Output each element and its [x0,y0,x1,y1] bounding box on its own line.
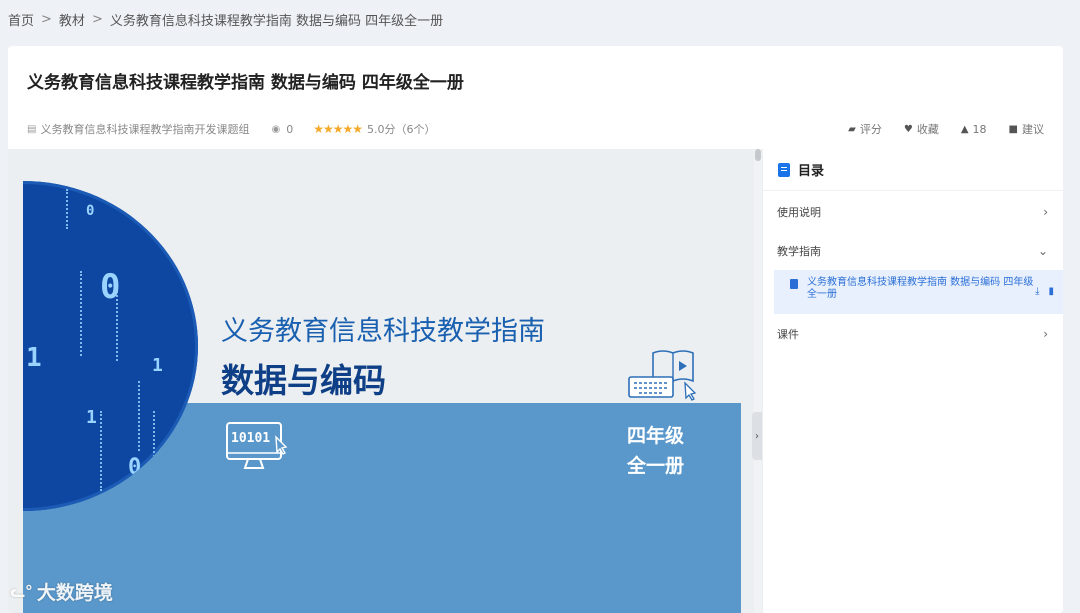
subitem-actions: ⤓ ▮ [1035,286,1054,298]
download-icon[interactable]: ⤓ [1035,286,1039,298]
view-count: 0 [286,122,294,136]
like-button[interactable]: ▲ 18 [961,121,987,137]
dotted-line [138,381,140,451]
book-cover: 0 1 0 1 1 1 0 义务教育信息科技教学指南 数据与编码 10101 四… [23,149,741,613]
dotted-line [100,411,102,491]
breadcrumb-current: 义务教育信息科技课程教学指南 数据与编码 四年级全一册 [109,14,444,29]
viewer-scrollbar[interactable] [754,149,762,613]
file-icon [790,279,798,289]
dotted-line [80,271,82,356]
favorite-label: 收藏 [916,123,939,136]
toc-title: 目录 [798,164,825,179]
binary-digit: 1 [26,343,42,373]
dotted-line [153,411,155,461]
suggest-label: 建议 [1022,123,1044,136]
eye-icon: ◉ [271,123,281,135]
binary-digit: 0 [100,267,121,307]
binary-digit: 1 [166,231,177,252]
monitor-binary-text: 10101 [231,431,271,446]
breadcrumb: 首页 > 教材 > 义务教育信息科技课程教学指南 数据与编码 四年级全一册 [8,10,443,29]
chevron-right-icon: › [1043,326,1048,341]
toc-item-label: 教学指南 [777,244,821,258]
page-title: 义务教育信息科技课程教学指南 数据与编码 四年级全一册 [27,73,464,93]
comment-icon: ▰ [848,123,856,135]
cover-title: 义务教育信息科技教学指南 [221,316,545,347]
dotted-line [66,189,68,229]
toc-item-teaching-guide[interactable]: 教学指南 ⌄ [763,231,1063,270]
rate-label: 评分 [859,123,882,136]
stats-icon[interactable]: ▮ [1048,286,1054,298]
like-count: 18 [972,122,987,136]
watermark: ᓚ° 大数跨境 [10,578,113,605]
action-bar: ▰ 评分 ♥ 收藏 ▲ 18 ■ 建议 [848,121,1044,137]
feedback-icon: ■ [1008,123,1018,135]
binary-digit: 1 [86,407,97,428]
document-viewer[interactable]: 0 1 0 1 1 1 0 义务教育信息科技教学指南 数据与编码 10101 四… [8,149,754,613]
toc-subitem-selected[interactable]: 义务教育信息科技课程教学指南 数据与编码 四年级全一册 ⤓ ▮ [774,270,1063,314]
grade-line-2: 全一册 [627,455,685,477]
catalog-icon [778,162,790,177]
breadcrumb-separator: > [41,12,52,27]
toc-item-label: 课件 [777,327,799,341]
scrollbar-thumb[interactable] [755,149,761,161]
breadcrumb-home[interactable]: 首页 [8,10,34,29]
computer-monitor-icon: 10101 [226,421,288,469]
grade-label: 四年级 全一册 [627,421,684,481]
toc-item-usage[interactable]: 使用说明 › [763,192,1063,231]
author-label: 义务教育信息科技课程教学指南开发课题组 [40,123,250,136]
favorite-button[interactable]: ♥ 收藏 [904,121,939,137]
thumb-up-icon: ▲ [960,123,969,135]
resource-card: 义务教育信息科技课程教学指南 数据与编码 四年级全一册 ▤ 义务教育信息科技课程… [8,46,1063,613]
heart-icon: ♥ [903,123,913,135]
rate-button[interactable]: ▰ 评分 [848,121,882,137]
rating-stars: ★★★★★ [313,122,363,136]
chevron-down-icon: ⌄ [1037,243,1048,258]
resource-meta: ▤ 义务教育信息科技课程教学指南开发课题组 ◉ 0 ★★★★★ 5.0分（6个） [27,121,435,137]
binary-digit: 1 [152,355,163,376]
chevron-right-icon: › [755,430,759,442]
breadcrumb-separator: > [91,12,103,27]
watermark-logo-icon: ᓚ° [10,582,33,601]
watermark-text: 大数跨境 [36,582,113,604]
toc-subitem-label: 义务教育信息科技课程教学指南 数据与编码 四年级全一册 [807,277,1034,300]
table-of-contents: 目录 使用说明 › 教学指南 ⌄ 义务教育信息科技课程教学指南 数据与编码 四年… [762,149,1063,613]
document-icon: ▤ [27,123,37,135]
breadcrumb-category[interactable]: 教材 [59,10,85,29]
rating-score: 5.0分（6个） [366,123,436,136]
cover-subtitle: 数据与编码 [221,361,386,400]
toc-item-label: 使用说明 [777,205,821,219]
chevron-right-icon: › [1043,204,1048,219]
toc-item-courseware[interactable]: 课件 › [763,314,1063,353]
book-keyboard-icon [628,350,697,401]
binary-digit: 0 [86,203,95,219]
grade-line-1: 四年级 [627,425,685,447]
collapse-toc-toggle[interactable]: › [752,412,762,460]
toc-header: 目录 [763,149,1063,191]
suggest-button[interactable]: ■ 建议 [1009,121,1044,137]
binary-digit: 0 [128,455,142,480]
